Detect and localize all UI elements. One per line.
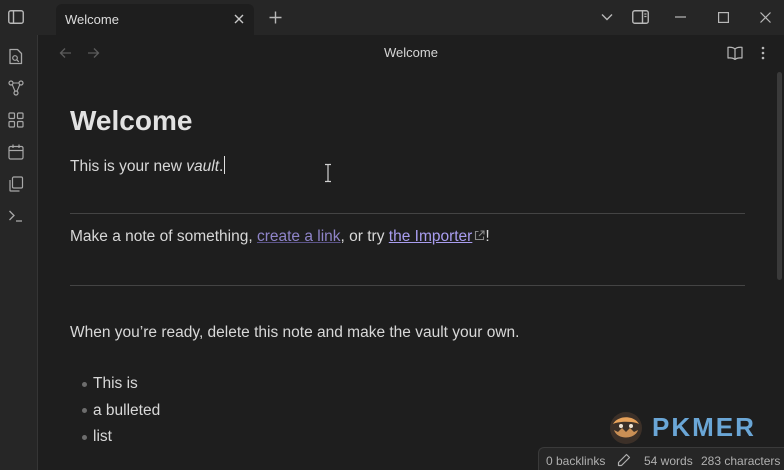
- divider: [70, 285, 745, 286]
- list-item-text: This is: [93, 375, 138, 393]
- text-cursor: [224, 156, 226, 174]
- link-paragraph-mid: , or try: [340, 228, 389, 245]
- word-count: 54 words: [644, 454, 693, 468]
- command-palette-icon[interactable]: [7, 207, 25, 225]
- intro-paragraph[interactable]: This is your new vault.: [70, 156, 226, 176]
- more-options-icon[interactable]: [753, 43, 773, 63]
- maximize-icon[interactable]: [713, 7, 733, 27]
- bullet-icon: [82, 381, 87, 387]
- graph-view-icon[interactable]: [7, 79, 25, 97]
- bullet-icon: [82, 408, 87, 414]
- sidebar-toggle-icon[interactable]: [6, 7, 26, 27]
- link-paragraph-text: Make a note of something,: [70, 228, 257, 245]
- backlinks-count[interactable]: 0 backlinks: [546, 454, 605, 468]
- left-ribbon: [0, 35, 38, 470]
- scrollbar-thumb[interactable]: [777, 72, 782, 280]
- link-paragraph: Make a note of something, create a link,…: [70, 228, 490, 246]
- bullet-icon: [82, 434, 87, 440]
- canvas-icon[interactable]: [7, 111, 25, 129]
- intro-text: This is your new: [70, 158, 187, 175]
- reading-view-book-icon[interactable]: [725, 43, 745, 63]
- intro-emphasis: vault: [186, 158, 220, 175]
- minimize-icon[interactable]: [670, 7, 690, 27]
- divider: [70, 213, 745, 214]
- templates-icon[interactable]: [7, 175, 25, 193]
- external-link-importer[interactable]: the Importer: [389, 228, 486, 245]
- mouse-ibeam-cursor-icon: [322, 163, 334, 183]
- new-tab-icon[interactable]: [265, 7, 285, 27]
- list-item: a bulleted: [82, 398, 160, 425]
- title-bar: Welcome: [0, 0, 784, 35]
- list-item-text: a bulleted: [93, 401, 161, 419]
- quick-switcher-icon[interactable]: [7, 47, 25, 65]
- edit-pencil-icon[interactable]: [617, 453, 631, 470]
- chevron-down-icon[interactable]: [597, 7, 617, 27]
- close-tab-icon[interactable]: [230, 10, 248, 28]
- internal-link-create-a-link[interactable]: create a link: [257, 228, 341, 245]
- list-item-text: list: [93, 428, 112, 446]
- list-item: list: [82, 424, 160, 451]
- tab-welcome[interactable]: Welcome: [56, 4, 254, 35]
- right-sidebar-toggle-icon[interactable]: [630, 7, 650, 27]
- view-header: Welcome: [38, 35, 784, 71]
- pkmer-logo-icon: [610, 412, 642, 444]
- pkmer-watermark: PKMER: [608, 410, 768, 446]
- list-item: This is: [82, 371, 160, 398]
- intro-end: .: [219, 158, 224, 175]
- external-link-icon: [474, 228, 485, 246]
- watermark-text: PKMER: [652, 412, 756, 442]
- ready-paragraph: When you’re ready, delete this note and …: [70, 324, 520, 341]
- note-heading: Welcome: [70, 105, 193, 136]
- bullet-list: This is a bulleted list: [82, 371, 160, 451]
- external-link-label: the Importer: [388, 228, 473, 245]
- calendar-icon[interactable]: [7, 143, 25, 161]
- link-paragraph-end: !: [485, 228, 490, 245]
- close-window-icon[interactable]: [755, 7, 775, 27]
- view-title[interactable]: Welcome: [38, 45, 784, 60]
- character-count: 283 characters: [701, 454, 781, 468]
- status-bar: 0 backlinks 54 words 283 characters: [538, 447, 784, 470]
- tab-label: Welcome: [65, 12, 119, 27]
